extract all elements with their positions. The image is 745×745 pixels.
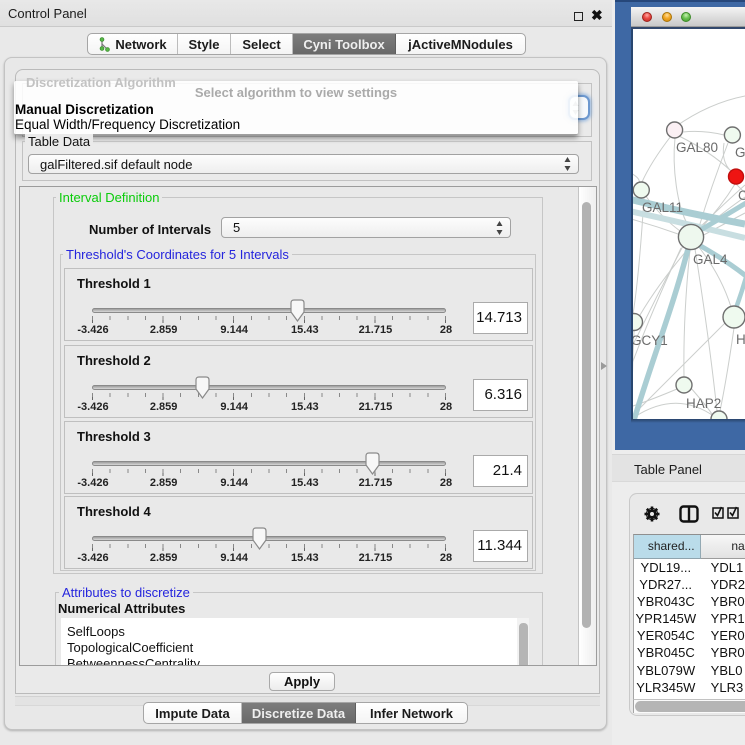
svg-text:HAP2: HAP2 — [686, 396, 721, 411]
svg-text:C: C — [738, 188, 745, 203]
svg-text:GAL4: GAL4 — [693, 252, 728, 267]
svg-text:GCY1: GCY1 — [631, 333, 668, 348]
svg-text:GAL80: GAL80 — [676, 140, 718, 155]
svg-text:GAL11: GAL11 — [642, 200, 683, 215]
svg-text:H: H — [736, 332, 745, 347]
svg-text:G: G — [735, 145, 745, 160]
